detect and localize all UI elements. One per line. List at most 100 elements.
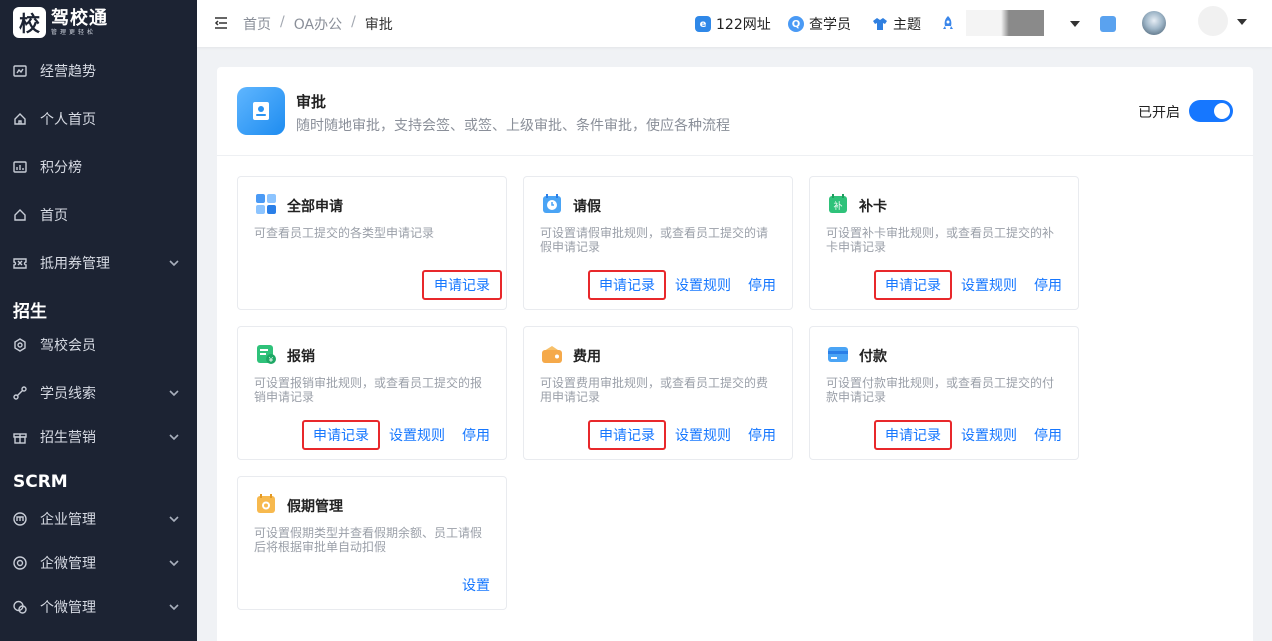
- card-title: 全部申请: [287, 199, 343, 215]
- card-desc: 可查看员工提交的各类型申请记录: [254, 226, 435, 240]
- card-title: 补卡: [859, 199, 887, 215]
- set-rules-button[interactable]: 设置规则: [388, 420, 446, 450]
- disable-button[interactable]: 停用: [460, 420, 492, 450]
- sidebar-item-label: 学员线索: [40, 386, 96, 402]
- settings-button[interactable]: 设置: [460, 570, 492, 600]
- card-holiday-management: 假期管理 可设置假期类型并查看假期余额、员工请假后将根据审批单自动扣假 设置: [237, 476, 507, 610]
- logo-mark: 校: [13, 7, 46, 38]
- request-records-button[interactable]: 申请记录: [588, 270, 666, 300]
- chevron-down-icon: [168, 513, 180, 525]
- request-records-button[interactable]: 申请记录: [874, 270, 952, 300]
- user-avatar[interactable]: [1198, 6, 1228, 36]
- sidebar-item-label: 企微管理: [40, 556, 96, 572]
- page-title: 审批: [296, 93, 327, 111]
- sidebar-item-label: 企业管理: [40, 512, 96, 528]
- site-122-label: 122网址: [716, 17, 771, 33]
- ie-icon: e: [695, 16, 711, 32]
- request-records-button[interactable]: 申请记录: [302, 420, 380, 450]
- theme-label: 主题: [893, 17, 921, 33]
- search-student-label: 查学员: [809, 17, 851, 33]
- card-expense: 费用 可设置费用审批规则，或查看员工提交的费用申请记录 申请记录 设置规则 停用: [523, 326, 793, 460]
- logo[interactable]: 校 驾校通 管理更轻松: [13, 7, 108, 38]
- sidebar-item-wechat[interactable]: 个微管理: [0, 587, 197, 627]
- sidebar-item-enrollment-marketing[interactable]: 招生营销: [0, 417, 197, 457]
- card-title: 报销: [287, 349, 315, 365]
- set-rules-button[interactable]: 设置规则: [960, 270, 1018, 300]
- rocket-icon[interactable]: [940, 15, 956, 33]
- request-records-button[interactable]: 申请记录: [874, 420, 952, 450]
- section-title-zhaosheng: 招生: [13, 302, 47, 322]
- chevron-down-icon: [168, 431, 180, 443]
- sidebar-item-leaderboard[interactable]: 积分榜: [0, 147, 197, 187]
- breadcrumb: 首页 / OA办公 / 审批: [243, 14, 393, 34]
- sidebar-item-enterprise[interactable]: 企业管理: [0, 499, 197, 539]
- supplement-card-icon: 补: [827, 193, 849, 215]
- card-desc: 可设置补卡审批规则，或查看员工提交的补卡申请记录: [826, 226, 1055, 254]
- grid-icon: [255, 193, 277, 215]
- disable-button[interactable]: 停用: [746, 420, 778, 450]
- svg-text:补: 补: [833, 200, 842, 212]
- disable-button[interactable]: 停用: [1032, 420, 1064, 450]
- enable-toggle[interactable]: [1189, 100, 1233, 122]
- sidebar-item-label: 招生营销: [40, 430, 96, 446]
- card-reimbursement: ¥ 报销 可设置报销审批规则，或查看员工提交的报销申请记录 申请记录 设置规则 …: [237, 326, 507, 460]
- rank-icon: [13, 160, 27, 174]
- menu-collapse-icon[interactable]: [213, 15, 229, 31]
- breadcrumb-oa[interactable]: OA办公: [294, 14, 342, 34]
- sidebar-item-coupon[interactable]: 抵用券管理: [0, 243, 197, 283]
- org-selector[interactable]: [966, 10, 1044, 36]
- search-icon: Q: [788, 16, 804, 32]
- chevron-down-icon: [168, 257, 180, 269]
- calendar-icon: [255, 493, 277, 515]
- sidebar-item-business-trend[interactable]: 经营趋势: [0, 51, 197, 91]
- sidebar-item-label: 驾校会员: [40, 338, 96, 354]
- card-desc: 可设置假期类型并查看假期余额、员工请假后将根据审批单自动扣假: [254, 526, 483, 554]
- request-records-button[interactable]: 申请记录: [422, 270, 502, 300]
- sidebar: 校 驾校通 管理更轻松 经营趋势 个人首页 积分榜 首页 抵用券管理 招生 驾校…: [0, 0, 197, 641]
- panel-header: 审批 随时随地审批，支持会签、或签、上级审批、条件审批，使应各种流程 已开启: [217, 67, 1253, 156]
- sidebar-item-label: 积分榜: [40, 160, 82, 176]
- caret-down-icon[interactable]: [1070, 21, 1080, 27]
- chevron-down-icon: [168, 387, 180, 399]
- sidebar-item-school-member[interactable]: 驾校会员: [0, 325, 197, 365]
- sidebar-item-wecom[interactable]: 企微管理: [0, 543, 197, 583]
- chevron-down-icon: [168, 557, 180, 569]
- card-desc: 可设置报销审批规则，或查看员工提交的报销申请记录: [254, 376, 483, 404]
- avatar[interactable]: [1142, 11, 1166, 35]
- breadcrumb-home[interactable]: 首页: [243, 14, 271, 34]
- sidebar-item-label: 个微管理: [40, 600, 96, 616]
- card-desc: 可设置费用审批规则，或查看员工提交的费用申请记录: [540, 376, 769, 404]
- sidebar-item-home[interactable]: 首页: [0, 195, 197, 235]
- home-icon: [13, 208, 27, 222]
- card-payment: 付款 可设置付款审批规则，或查看员工提交的付款申请记录 申请记录 设置规则 停用: [809, 326, 1079, 460]
- set-rules-button[interactable]: 设置规则: [674, 270, 732, 300]
- wecom-icon: [13, 556, 27, 570]
- wechat-icon: [13, 600, 27, 614]
- sidebar-item-label: 经营趋势: [40, 64, 96, 80]
- logo-name: 驾校通: [51, 7, 108, 29]
- chevron-down-icon: [168, 601, 180, 613]
- set-rules-button[interactable]: 设置规则: [960, 420, 1018, 450]
- card-title: 假期管理: [287, 499, 343, 515]
- theme-link[interactable]: 主题: [872, 14, 921, 34]
- sidebar-item-student-leads[interactable]: 学员线索: [0, 373, 197, 413]
- logo-slogan: 管理更轻松: [51, 28, 97, 36]
- top-header: 首页 / OA办公 / 审批 e 122网址 Q 查学员 主题: [197, 0, 1272, 47]
- page-description: 随时随地审批，支持会签、或签、上级审批、条件审批，使应各种流程: [296, 118, 730, 134]
- caret-down-icon[interactable]: [1237, 19, 1247, 25]
- enterprise-icon: [13, 512, 27, 526]
- set-rules-button[interactable]: 设置规则: [674, 420, 732, 450]
- sidebar-item-personal-home[interactable]: 个人首页: [0, 99, 197, 139]
- toggle-status-label: 已开启: [1138, 105, 1180, 121]
- search-student-link[interactable]: Q 查学员: [788, 14, 851, 34]
- site-122-link[interactable]: e 122网址: [695, 14, 771, 34]
- card-title: 请假: [573, 199, 601, 215]
- request-records-button[interactable]: 申请记录: [588, 420, 666, 450]
- card-title: 付款: [859, 349, 887, 365]
- disable-button[interactable]: 停用: [1032, 270, 1064, 300]
- disable-button[interactable]: 停用: [746, 270, 778, 300]
- sidebar-item-label: 首页: [40, 208, 68, 224]
- screen-icon[interactable]: [1100, 16, 1116, 32]
- gift-icon: [13, 430, 27, 444]
- member-icon: [13, 338, 27, 352]
